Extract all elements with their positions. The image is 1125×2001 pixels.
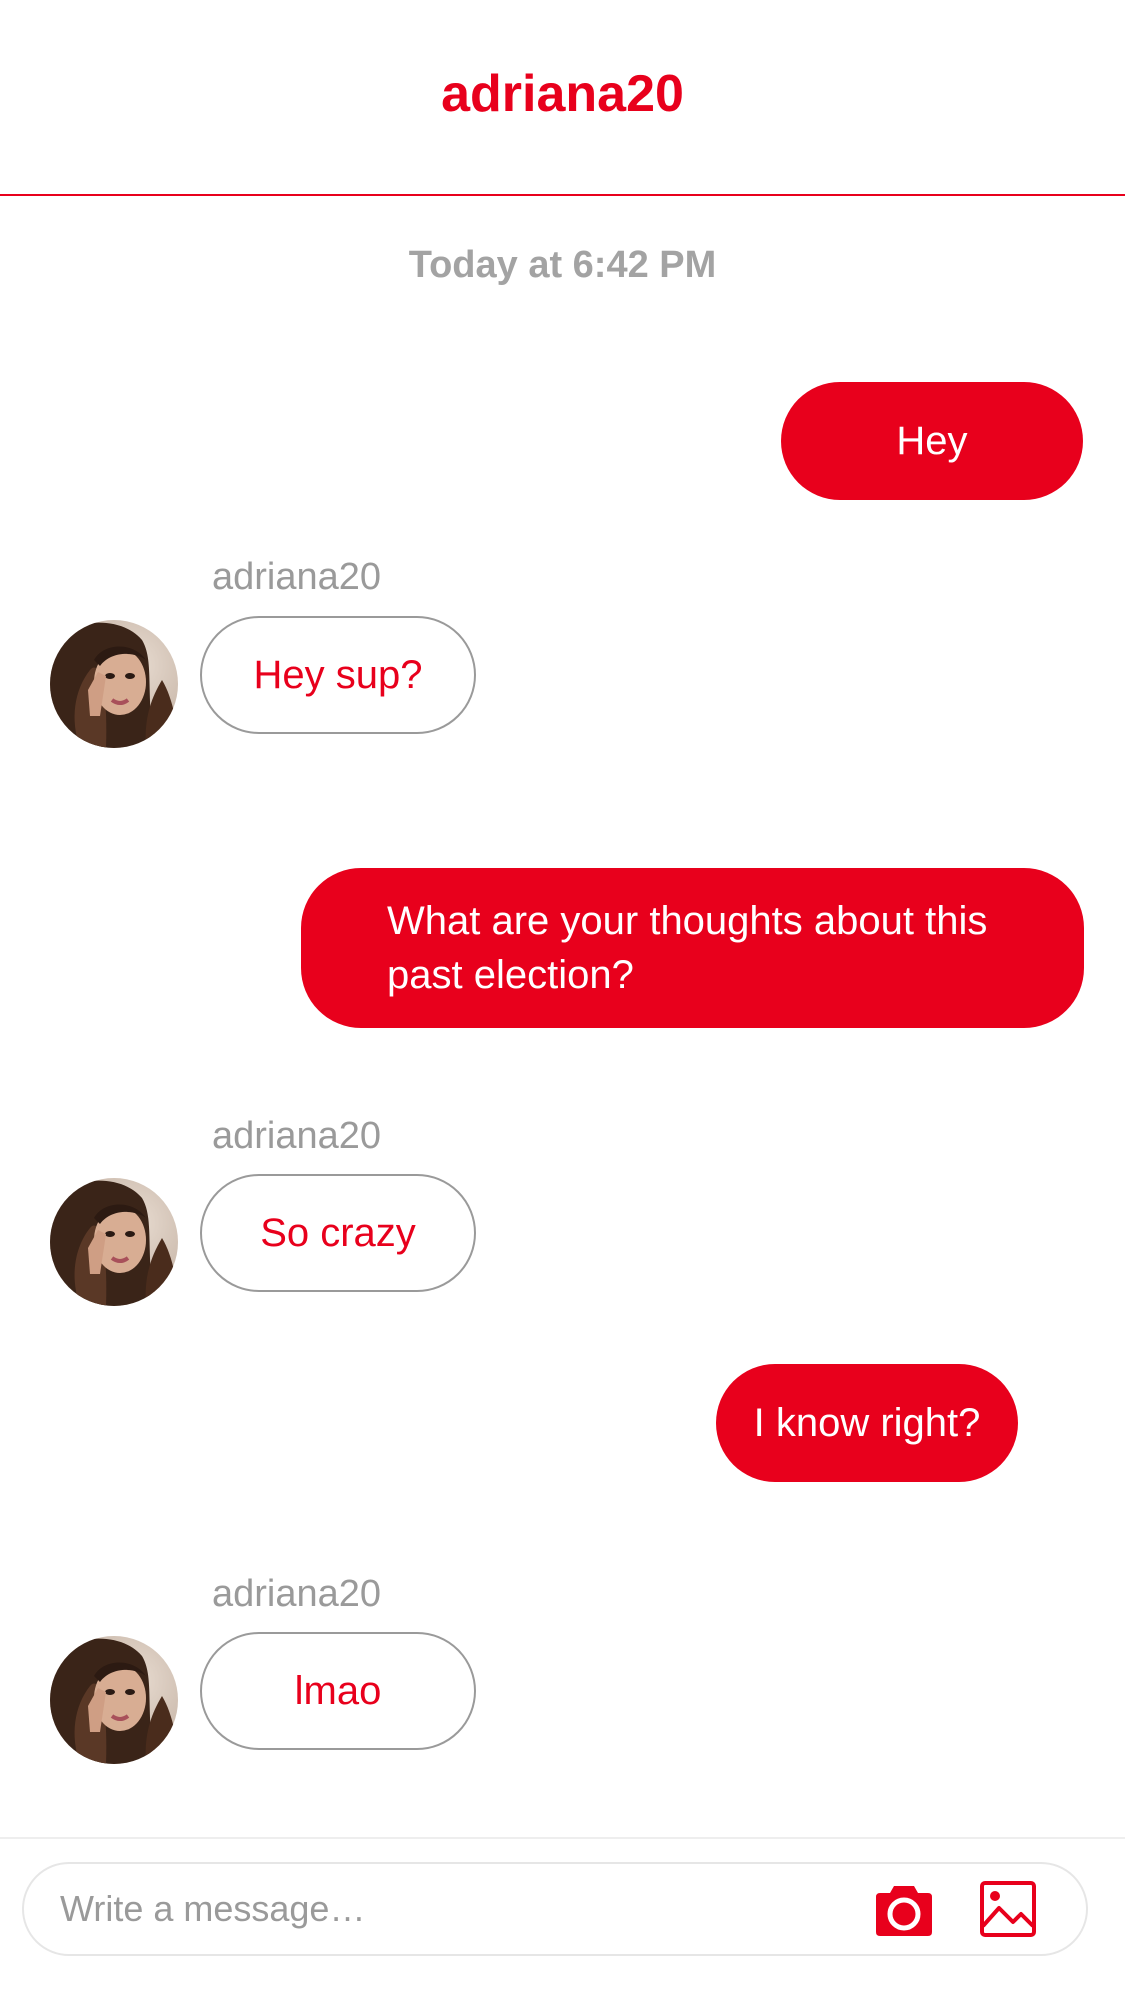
avatar-image (50, 620, 178, 748)
avatar[interactable] (50, 1636, 178, 1764)
sender-name: adriana20 (212, 556, 382, 598)
avatar[interactable] (50, 1178, 178, 1306)
outgoing-message-bubble[interactable]: I know right? (716, 1364, 1018, 1482)
incoming-message-bubble[interactable]: So crazy (200, 1174, 476, 1292)
message-text: I know right? (753, 1401, 981, 1445)
chat-screen: adriana20 Today at 6:42 PM Hey adriana20 (0, 0, 1125, 2001)
avatar-image (50, 1636, 178, 1764)
avatar-image (50, 1178, 178, 1306)
header-divider (0, 194, 1125, 196)
camera-icon (876, 1886, 932, 1936)
message-text: Hey sup? (253, 652, 423, 697)
sender-name: adriana20 (212, 1573, 382, 1615)
message-text: What are your thoughts about this past e… (387, 899, 988, 997)
chat-header: adriana20 (0, 0, 1125, 196)
message-composer (22, 1862, 1088, 1956)
image-gallery-icon (980, 1881, 1036, 1937)
outgoing-message-bubble[interactable]: What are your thoughts about this past e… (301, 868, 1084, 1028)
outgoing-message-bubble[interactable]: Hey (781, 382, 1083, 500)
message-text: lmao (294, 1668, 382, 1713)
camera-button[interactable] (874, 1882, 934, 1938)
message-input[interactable] (60, 1864, 840, 1954)
avatar[interactable] (50, 620, 178, 748)
composer-divider (0, 1837, 1125, 1839)
incoming-message-bubble[interactable]: lmao (200, 1632, 476, 1750)
gallery-button[interactable] (979, 1880, 1037, 1938)
incoming-message-bubble[interactable]: Hey sup? (200, 616, 476, 734)
sender-name: adriana20 (212, 1115, 382, 1157)
message-text: Hey (896, 419, 968, 463)
chat-title[interactable]: adriana20 (0, 64, 1125, 124)
conversation-timestamp: Today at 6:42 PM (408, 244, 717, 286)
message-text: So crazy (260, 1210, 416, 1255)
